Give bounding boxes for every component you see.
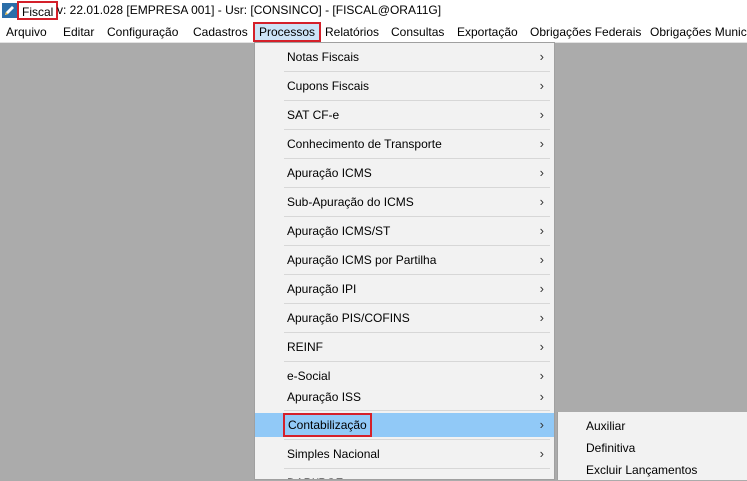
menu-separator bbox=[284, 361, 550, 362]
menu-item-sat-cfe[interactable]: SAT CF-e › bbox=[255, 103, 554, 127]
menu-item-label: Notas Fiscais bbox=[287, 50, 360, 64]
contabilizacao-submenu: Auxiliar Definitiva Excluir Lançamentos bbox=[557, 412, 747, 480]
menu-consultas[interactable]: Consultas bbox=[391, 22, 444, 42]
menu-item-apuracao-icms[interactable]: Apuração ICMS › bbox=[255, 161, 554, 185]
menu-item-contabilizacao[interactable]: Contabilização › bbox=[255, 413, 554, 437]
chevron-right-icon: › bbox=[540, 471, 544, 479]
menu-item-apuracao-ipi[interactable]: Apuração IPI › bbox=[255, 277, 554, 301]
chevron-right-icon: › bbox=[539, 223, 544, 238]
menu-separator bbox=[284, 439, 550, 440]
menu-item-label: Apuração IPI bbox=[287, 282, 357, 296]
submenu-item-definitiva[interactable]: Definitiva bbox=[586, 437, 635, 459]
menu-item-label: Apuração ISS bbox=[287, 390, 362, 404]
menu-separator bbox=[284, 303, 550, 304]
menu-item-sub-apuracao-icms[interactable]: Sub-Apuração do ICMS › bbox=[255, 190, 554, 214]
chevron-right-icon: › bbox=[539, 194, 544, 209]
menu-item-label: REINF bbox=[287, 340, 323, 354]
menu-separator bbox=[284, 410, 550, 411]
chevron-right-icon: › bbox=[539, 165, 544, 180]
chevron-right-icon: › bbox=[539, 446, 544, 461]
menu-separator bbox=[284, 71, 550, 72]
menu-item-cupons-fiscais[interactable]: Cupons Fiscais › bbox=[255, 74, 554, 98]
menu-obrigacoes-municipais[interactable]: Obrigações Munic bbox=[650, 22, 747, 42]
menu-item-label: Apuração PIS/COFINS bbox=[287, 311, 410, 325]
menu-item-dapi-pgf[interactable]: DAPI/PGF › bbox=[255, 471, 554, 479]
menu-obrigacoes-federais[interactable]: Obrigações Federais bbox=[530, 22, 641, 42]
menu-relatorios[interactable]: Relatórios bbox=[325, 22, 379, 42]
submenu-item-excluir-lancamentos[interactable]: Excluir Lançamentos bbox=[586, 459, 697, 481]
menu-item-label: Conhecimento de Transporte bbox=[287, 137, 442, 151]
menu-item-apuracao-pis-cofins[interactable]: Apuração PIS/COFINS › bbox=[255, 306, 554, 330]
chevron-right-icon: › bbox=[539, 389, 544, 404]
chevron-right-icon: › bbox=[539, 136, 544, 151]
chevron-right-icon: › bbox=[539, 417, 544, 432]
menu-processos[interactable]: Processos bbox=[253, 22, 322, 42]
menu-separator bbox=[284, 332, 550, 333]
menu-cadastros[interactable]: Cadastros bbox=[193, 22, 248, 42]
processos-dropdown: Notas Fiscais › Cupons Fiscais › SAT CF-… bbox=[254, 42, 555, 480]
menu-item-reinf[interactable]: REINF › bbox=[255, 335, 554, 359]
pencil-icon[interactable] bbox=[2, 3, 17, 18]
menu-editar[interactable]: Editar bbox=[63, 22, 94, 42]
menu-item-label: Apuração ICMS/ST bbox=[287, 224, 391, 238]
menu-separator bbox=[284, 245, 550, 246]
menu-configuracao[interactable]: Configuração bbox=[107, 22, 178, 42]
submenu-item-auxiliar[interactable]: Auxiliar bbox=[586, 415, 625, 437]
menu-item-conhecimento-transporte[interactable]: Conhecimento de Transporte › bbox=[255, 132, 554, 156]
menu-separator bbox=[284, 216, 550, 217]
menu-item-label: Sub-Apuração do ICMS bbox=[287, 195, 414, 209]
menu-item-apuracao-icms-st[interactable]: Apuração ICMS/ST › bbox=[255, 219, 554, 243]
menu-arquivo[interactable]: Arquivo bbox=[6, 22, 47, 42]
window-title: v: 22.01.028 [EMPRESA 001] - Usr: [CONSI… bbox=[57, 3, 442, 17]
chevron-right-icon: › bbox=[539, 107, 544, 122]
chevron-right-icon: › bbox=[539, 78, 544, 93]
menu-item-notas-fiscais[interactable]: Notas Fiscais › bbox=[255, 45, 554, 69]
menu-item-apuracao-icms-partilha[interactable]: Apuração ICMS por Partilha › bbox=[255, 248, 554, 272]
chevron-right-icon: › bbox=[539, 339, 544, 354]
app-name: Fiscal bbox=[17, 1, 59, 20]
title-bar: Fiscal v: 22.01.028 [EMPRESA 001] - Usr:… bbox=[0, 0, 747, 22]
chevron-right-icon: › bbox=[539, 281, 544, 296]
menu-item-label: SAT CF-e bbox=[287, 108, 340, 122]
menu-separator bbox=[284, 187, 550, 188]
menu-bar: Arquivo Editar Configuração Cadastros Pr… bbox=[0, 22, 747, 43]
menu-item-apuracao-iss[interactable]: Apuração ISS › bbox=[255, 385, 554, 409]
menu-item-label: Apuração ICMS bbox=[287, 166, 372, 180]
menu-separator bbox=[284, 468, 550, 469]
menu-separator bbox=[284, 129, 550, 130]
menu-item-label: Apuração ICMS por Partilha bbox=[287, 253, 437, 267]
menu-item-label: Cupons Fiscais bbox=[287, 79, 370, 93]
chevron-right-icon: › bbox=[539, 49, 544, 64]
chevron-right-icon: › bbox=[539, 252, 544, 267]
menu-item-label: Contabilização bbox=[283, 413, 372, 437]
menu-separator bbox=[284, 274, 550, 275]
chevron-right-icon: › bbox=[539, 310, 544, 325]
menu-item-label: Simples Nacional bbox=[287, 447, 380, 461]
menu-separator bbox=[284, 158, 550, 159]
menu-separator bbox=[284, 100, 550, 101]
menu-item-simples-nacional[interactable]: Simples Nacional › bbox=[255, 442, 554, 466]
menu-exportacao[interactable]: Exportação bbox=[457, 22, 518, 42]
menu-item-label: DAPI/PGF bbox=[287, 471, 343, 479]
